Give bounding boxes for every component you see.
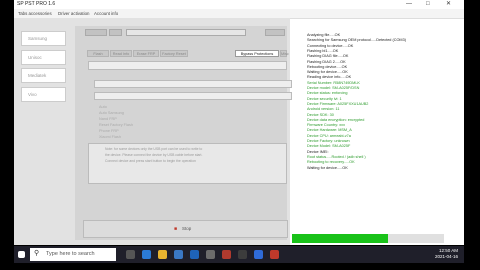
tab-read-info[interactable]: Read Info: [110, 50, 132, 57]
sidebar-item-label: Samsung: [28, 36, 48, 41]
stop-icon: ■: [174, 226, 178, 232]
sidebar-item-unisoc[interactable]: Unisoc: [21, 50, 66, 65]
log-line: Flashing DIAG 2.....OK: [307, 59, 346, 64]
title-bar: SP PST PRO 1.6 — □ ✕: [14, 0, 464, 9]
log-line: Android version: 11: [307, 107, 340, 112]
log-line: Device Hardware: MSM_A: [307, 128, 352, 133]
log-line: Root status.....Rooted / (adb shell ): [307, 154, 366, 159]
app-window: SP PST PRO 1.6 — □ ✕ Tabs accessories Dr…: [14, 0, 464, 245]
sidebar-item-vivo[interactable]: Vivo: [21, 87, 66, 102]
task-view-icon[interactable]: [126, 250, 135, 259]
log-line: Device Firmware: A025FXXU1AUB2: [307, 101, 369, 106]
log-line: Rebooting to recovery.....OK: [307, 160, 355, 165]
note-line: Connect device and press start button to…: [105, 159, 196, 163]
log-line: Waiting for device.....OK: [307, 165, 348, 170]
mail-icon[interactable]: [190, 250, 199, 259]
maximize-button[interactable]: □: [426, 1, 430, 7]
taskbar-search[interactable]: ⚲ Type here to search: [30, 248, 116, 261]
menu-account-info[interactable]: Account info: [94, 11, 118, 16]
windows-start-icon[interactable]: [18, 251, 25, 258]
log-line: Flashing DIAG file.....OK: [307, 54, 349, 59]
folder-button[interactable]: [109, 29, 122, 36]
edge-icon[interactable]: [142, 250, 151, 259]
log-line: Serial Number: R58N749DMLK: [307, 80, 360, 85]
log-line: Device model: SM-A025F/DSN: [307, 86, 360, 90]
log-line: Device IMEI:: [307, 149, 329, 154]
close-button[interactable]: ✕: [446, 1, 451, 7]
log-line: Device Factory: unknown: [307, 139, 350, 143]
option-phone-frp[interactable]: Phone FRP: [99, 129, 119, 133]
app-icon[interactable]: [206, 250, 215, 259]
taskbar: ⚲ Type here to search 12:50 AM 2021-04-1…: [14, 246, 464, 263]
menu-tabs-accessories[interactable]: Tabs accessories: [18, 11, 52, 16]
app-icon[interactable]: [254, 250, 263, 259]
log-line: Device Model: SM-A025F: [307, 144, 351, 149]
active-app-icon[interactable]: [270, 250, 279, 259]
window-title: SP PST PRO 1.6: [17, 1, 56, 7]
model-dropdown[interactable]: [94, 80, 292, 88]
minimize-button[interactable]: —: [406, 1, 412, 7]
log-line: Flashing bl1.....OK: [307, 48, 339, 53]
progress-bar: [292, 234, 444, 243]
clock-date: 2021-04-16: [434, 254, 458, 259]
tool-app-icon[interactable]: [222, 250, 231, 259]
log-line: Device security lvl: 1: [307, 96, 342, 101]
log-line: Connecting to device.....OK: [307, 43, 354, 48]
log-panel: Analyzing file.....OK Searching for Samsu…: [304, 30, 456, 243]
app-icon[interactable]: [238, 250, 247, 259]
tab-erase-frp[interactable]: Erase FRP: [133, 50, 159, 57]
note-line: the device. Please connect the device by…: [105, 153, 203, 157]
file-explorer-icon[interactable]: [158, 250, 167, 259]
log-line: Searching for Samsung OEM protocol.....D…: [307, 38, 406, 43]
log-line: Device CPU: armeabi-v7a: [307, 133, 351, 138]
option-auto-samsung[interactable]: Auto Samsung: [99, 111, 124, 115]
browse-button[interactable]: [85, 29, 107, 36]
settings-button[interactable]: [265, 29, 285, 36]
stop-label: Stop: [182, 226, 192, 231]
log-line: Device data encryption: encrypted: [307, 117, 365, 122]
tab-factory-reset[interactable]: Factory Reset: [160, 50, 188, 57]
log-line: Reading device info.....OK: [307, 75, 352, 80]
notes-box: Note: for some devices only the USB port…: [88, 143, 287, 184]
search-icon: ⚲: [34, 250, 40, 257]
file-path-field[interactable]: [126, 29, 246, 36]
workspace: Samsung Unisoc Mediatek Vivo Flash Read …: [14, 18, 292, 245]
tab-bypass-protections[interactable]: Bypass Protections: [235, 50, 279, 57]
options-dropdown[interactable]: [88, 61, 287, 70]
main-panel: Flash Read Info Erase FRP Factory Reset …: [75, 26, 292, 240]
log-line: Device SDK: 30: [307, 112, 334, 117]
stop-button[interactable]: ■ Stop: [83, 220, 288, 238]
log-line: Rebooting device.....OK: [307, 64, 348, 69]
option-nand-frp[interactable]: Nand FRP: [99, 117, 117, 121]
sidebar-item-label: Vivo: [28, 92, 37, 97]
system-clock[interactable]: 12:50 AM 2021-04-16: [435, 248, 458, 260]
tab-misc[interactable]: Misc: [280, 50, 289, 57]
option-auto[interactable]: Auto: [99, 105, 107, 109]
log-line: Firmware Country: xxx: [307, 123, 345, 128]
store-icon[interactable]: [174, 250, 183, 259]
log-line: Device status: enforcing: [307, 91, 348, 96]
tab-flash[interactable]: Flash: [87, 50, 109, 57]
search-placeholder: Type here to search: [46, 251, 95, 257]
log-line: Analyzing file.....OK: [307, 33, 341, 37]
menu-driver-activation[interactable]: Driver activation: [58, 11, 89, 16]
sidebar-item-mediatek[interactable]: Mediatek: [21, 68, 66, 83]
log-line: Waiting for device.....OK: [307, 70, 348, 75]
method-dropdown[interactable]: [94, 92, 292, 100]
sidebar-item-label: Unisoc: [28, 55, 42, 60]
sidebar-item-samsung[interactable]: Samsung: [21, 31, 66, 46]
option-reset-factory-flash[interactable]: Reset Factory Flash: [99, 123, 133, 127]
option-xiaomi-flash[interactable]: Xiaomi Flash: [99, 135, 121, 139]
sidebar-item-label: Mediatek: [28, 73, 47, 78]
progress-fill: [292, 234, 388, 243]
note-line: Note: for some devices only the USB port…: [105, 147, 203, 151]
